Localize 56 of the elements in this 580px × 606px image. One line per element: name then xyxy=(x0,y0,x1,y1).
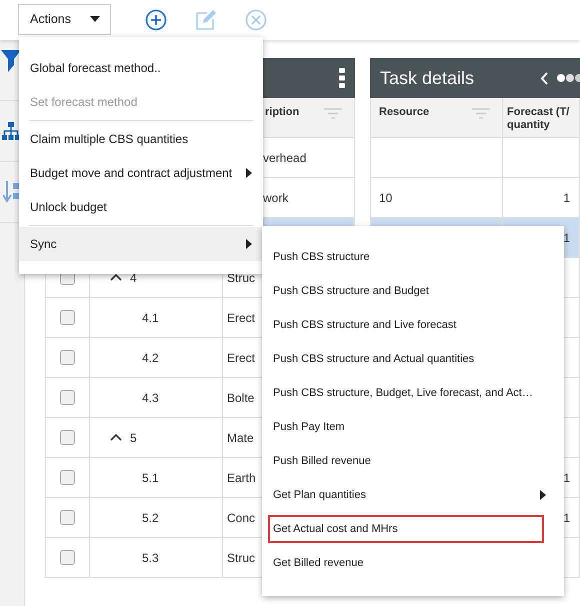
menu-item[interactable]: Sync xyxy=(19,227,263,261)
table-cell: 5.1 xyxy=(142,470,159,484)
add-icon[interactable] xyxy=(145,9,167,31)
table-cell: Bolte xyxy=(227,390,254,404)
hierarchy-icon[interactable] xyxy=(2,122,20,140)
table-cell: work xyxy=(263,190,288,204)
table-cell: verhead xyxy=(263,150,306,164)
table-cell: 10 xyxy=(379,190,392,204)
table-cell: Struc xyxy=(227,270,256,284)
row-checkbox[interactable] xyxy=(60,550,75,565)
menu-item[interactable]: Global forecast method.. xyxy=(19,51,263,85)
submenu-arrow-icon xyxy=(246,168,252,178)
table-cell: 4.1 xyxy=(142,310,159,324)
column-header[interactable]: ription xyxy=(265,106,300,119)
submenu-arrow-icon xyxy=(246,239,252,249)
row-checkbox[interactable] xyxy=(60,470,75,485)
table-cell: 4 xyxy=(130,270,137,284)
table-cell: 4.3 xyxy=(142,390,159,404)
table-cell: 1 xyxy=(563,470,570,484)
table-row[interactable] xyxy=(370,138,580,178)
row-checkbox[interactable] xyxy=(60,390,75,405)
table-cell: Conc xyxy=(227,510,256,524)
chevron-left-icon[interactable] xyxy=(540,72,548,84)
caret-icon xyxy=(90,16,100,22)
table-cell: 5 xyxy=(130,430,137,444)
table-cell: 1 xyxy=(563,230,570,244)
table-cell: 5.3 xyxy=(142,550,159,564)
table-cell: 1 xyxy=(563,190,570,204)
row-checkbox[interactable] xyxy=(60,430,75,445)
sort-icon[interactable] xyxy=(3,181,19,203)
row-checkbox[interactable] xyxy=(60,510,75,525)
chevron-icon[interactable] xyxy=(110,274,122,281)
actions-dropdown[interactable]: Actions xyxy=(18,4,111,34)
submenu-arrow-icon xyxy=(540,490,546,500)
more-icon[interactable] xyxy=(339,68,345,88)
row-checkbox[interactable] xyxy=(60,310,75,325)
column-header[interactable]: Resource xyxy=(379,106,430,119)
chevron-icon[interactable] xyxy=(110,434,122,441)
table-cell: Mate xyxy=(227,430,254,444)
panel-title: Task details xyxy=(380,68,474,88)
menu-item[interactable]: Claim multiple CBS quantities xyxy=(19,122,263,156)
filter-icon[interactable] xyxy=(1,50,21,72)
menu-item[interactable]: Budget move and contract adjustment xyxy=(19,156,263,190)
table-cell: Erect xyxy=(227,310,256,324)
table-cell: 5.2 xyxy=(142,510,159,524)
row-checkbox[interactable] xyxy=(60,350,75,365)
menu-item[interactable]: Unlock budget xyxy=(19,190,263,224)
table-cell: Struc xyxy=(227,550,256,564)
dots-icon[interactable] xyxy=(556,73,580,83)
menu-item[interactable]: Get Actual cost and MHrs xyxy=(268,515,544,543)
column-header[interactable]: Forecast (T/ quantity xyxy=(507,106,570,132)
table-cell: 4.2 xyxy=(142,350,159,364)
table-cell: Earth xyxy=(227,470,256,484)
table-cell: 1 xyxy=(563,510,570,524)
table-cell: Erect xyxy=(227,350,256,364)
menu-item[interactable]: Push CBS structure xyxy=(262,240,564,274)
